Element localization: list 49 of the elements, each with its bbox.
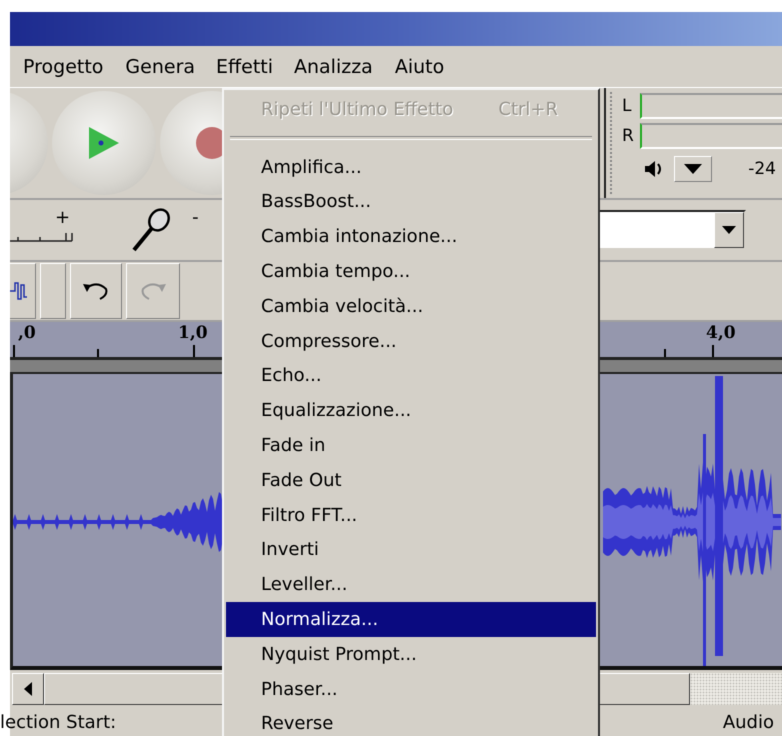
undo-button[interactable] xyxy=(70,263,122,319)
menu-title[interactable]: Analizza xyxy=(285,50,382,82)
play-icon xyxy=(87,125,121,161)
menu-item[interactable]: Leveller... xyxy=(226,567,596,602)
redo-icon xyxy=(139,281,167,301)
waveform-tool-button[interactable] xyxy=(10,263,36,319)
menu-item-label: Ripeti l'Ultimo Effetto xyxy=(261,98,454,120)
menu-item[interactable]: Amplifica... xyxy=(226,150,596,185)
menu-item[interactable]: Filtro FFT... xyxy=(226,498,596,533)
ruler-label: 4,0 xyxy=(706,323,736,343)
menu-item[interactable]: BassBoost... xyxy=(226,184,596,220)
menu-item[interactable]: Phaser... xyxy=(226,672,596,707)
menu-item[interactable]: Inverti xyxy=(226,532,596,568)
redo-button[interactable] xyxy=(126,263,180,319)
menu-item[interactable]: Cambia velocità... xyxy=(226,288,596,324)
menu-item[interactable]: Equalizzazione... xyxy=(226,393,596,428)
meter-scale-label: -24 xyxy=(748,159,776,179)
caret-icon xyxy=(722,226,736,234)
caret-icon xyxy=(684,164,702,174)
menu-title[interactable]: Effetti xyxy=(208,52,281,82)
menu-item[interactable]: Reverse xyxy=(226,706,596,736)
undo-icon xyxy=(82,281,110,301)
shortcut-label: Ctrl+R xyxy=(498,98,558,120)
menu-title[interactable]: Genera xyxy=(116,50,204,82)
volume-slider-scale xyxy=(10,232,73,242)
status-text: lection Start: xyxy=(0,712,116,732)
channel-label: R xyxy=(622,126,635,146)
dropdown-button[interactable] xyxy=(714,212,744,248)
scroll-left-button[interactable] xyxy=(12,673,44,705)
ruler-label: ,0 xyxy=(18,323,36,343)
status-text: Audio xyxy=(722,712,774,732)
menu-title[interactable]: Aiuto xyxy=(386,50,454,82)
speaker-icon xyxy=(644,158,664,180)
dropdown-button[interactable] xyxy=(674,156,712,182)
menu-item[interactable]: Normalizza... xyxy=(226,602,596,637)
menu-item[interactable]: Cambia intonazione... xyxy=(226,219,596,254)
menu-item[interactable]: Nyquist Prompt... xyxy=(226,636,596,672)
toolbar-button[interactable] xyxy=(40,263,66,319)
menu-item[interactable]: Echo... xyxy=(226,358,596,394)
menu-item[interactable]: Fade Out xyxy=(226,462,596,498)
menu-item[interactable]: Cambia tempo... xyxy=(226,254,596,289)
menu-item[interactable]: Compressore... xyxy=(226,324,596,359)
minus-label: - xyxy=(192,209,199,227)
channel-label: L xyxy=(622,96,632,116)
ruler-label: 1,0 xyxy=(178,323,208,343)
plus-label: + xyxy=(55,209,70,227)
left-arrow-icon xyxy=(24,682,32,696)
menu-title[interactable]: Progetto xyxy=(14,50,112,82)
menu-item[interactable]: Fade in xyxy=(226,428,596,463)
